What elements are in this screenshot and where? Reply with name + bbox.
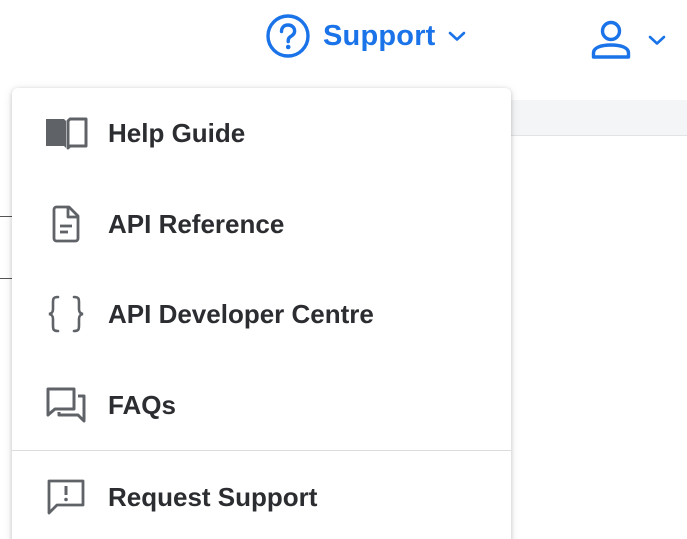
user-icon [591,20,631,59]
question-circle-icon [266,14,310,58]
menu-item-api-reference[interactable]: API Reference [12,179,511,269]
book-icon [44,111,88,155]
menu-item-help-guide[interactable]: Help Guide [12,88,511,178]
support-menu-button[interactable]: Support [265,14,466,58]
support-label: Support [323,19,436,52]
support-dropdown-menu: Help Guide API Reference API Developer C… [12,88,511,539]
curly-braces-icon [44,292,88,336]
chevron-down-icon [648,35,666,45]
menu-item-label: FAQs [108,389,176,420]
top-header: Support [0,0,687,76]
menu-item-label: API Reference [108,208,285,239]
document-icon [44,202,88,246]
chevron-down-icon [448,31,465,41]
background-divider [0,278,12,279]
menu-item-label: API Developer Centre [108,298,374,329]
exclamation-bubble-icon [44,475,88,519]
menu-divider [12,450,511,451]
menu-item-label: Help Guide [108,117,246,148]
background-toolbar [505,100,687,136]
page: Support Help Guide API Reference API Dev… [0,0,687,539]
menu-item-request-support[interactable]: Request Support [12,452,511,539]
menu-item-label: Request Support [108,481,318,512]
background-divider [0,216,12,217]
chat-bubbles-icon [44,383,88,427]
menu-item-faqs[interactable]: FAQs [12,360,511,450]
menu-item-api-developer-centre[interactable]: API Developer Centre [12,269,511,359]
user-menu-button[interactable] [588,20,666,60]
